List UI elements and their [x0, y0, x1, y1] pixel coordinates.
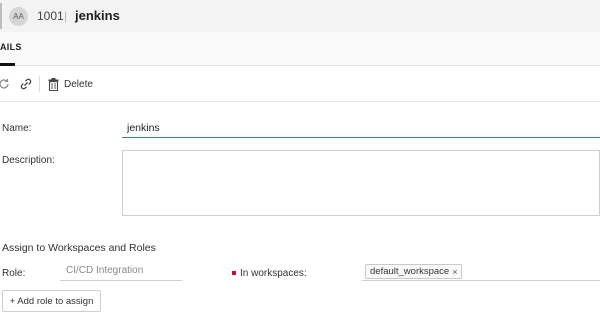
workspace-chip: default_workspace ×	[365, 264, 463, 279]
name-label: Name:	[2, 123, 32, 134]
entity-name: jenkins	[75, 8, 120, 23]
delete-label: Delete	[64, 78, 93, 90]
id-separator: |	[64, 9, 68, 23]
toolbar: Delete	[0, 66, 600, 102]
tab-bar: AILS	[0, 32, 600, 66]
entity-id: 1001	[37, 9, 64, 23]
tab-details[interactable]: AILS	[0, 42, 22, 52]
workspaces-select[interactable]: default_workspace ×	[362, 262, 600, 281]
add-role-button[interactable]: + Add role to assign	[2, 290, 101, 312]
description-textarea[interactable]	[122, 150, 600, 216]
trash-icon	[48, 77, 59, 91]
refresh-icon[interactable]	[0, 77, 11, 91]
entity-header: AA 1001 | jenkins	[0, 0, 600, 32]
link-icon[interactable]	[19, 77, 33, 91]
delete-button[interactable]: Delete	[48, 76, 93, 92]
required-indicator	[232, 271, 236, 275]
section-title: Assign to Workspaces and Roles	[2, 242, 156, 254]
toolbar-divider	[39, 76, 40, 92]
name-input[interactable]	[122, 118, 600, 138]
avatar: AA	[9, 7, 28, 26]
role-label: Role:	[2, 268, 26, 279]
chip-remove-icon[interactable]: ×	[452, 267, 457, 277]
workspace-chip-label: default_workspace	[370, 266, 450, 277]
role-select[interactable]: CI/CD Integration	[60, 265, 182, 281]
description-label: Description:	[2, 155, 55, 166]
workspaces-label: In workspaces:	[240, 268, 307, 279]
header-edge-divider	[0, 3, 2, 29]
